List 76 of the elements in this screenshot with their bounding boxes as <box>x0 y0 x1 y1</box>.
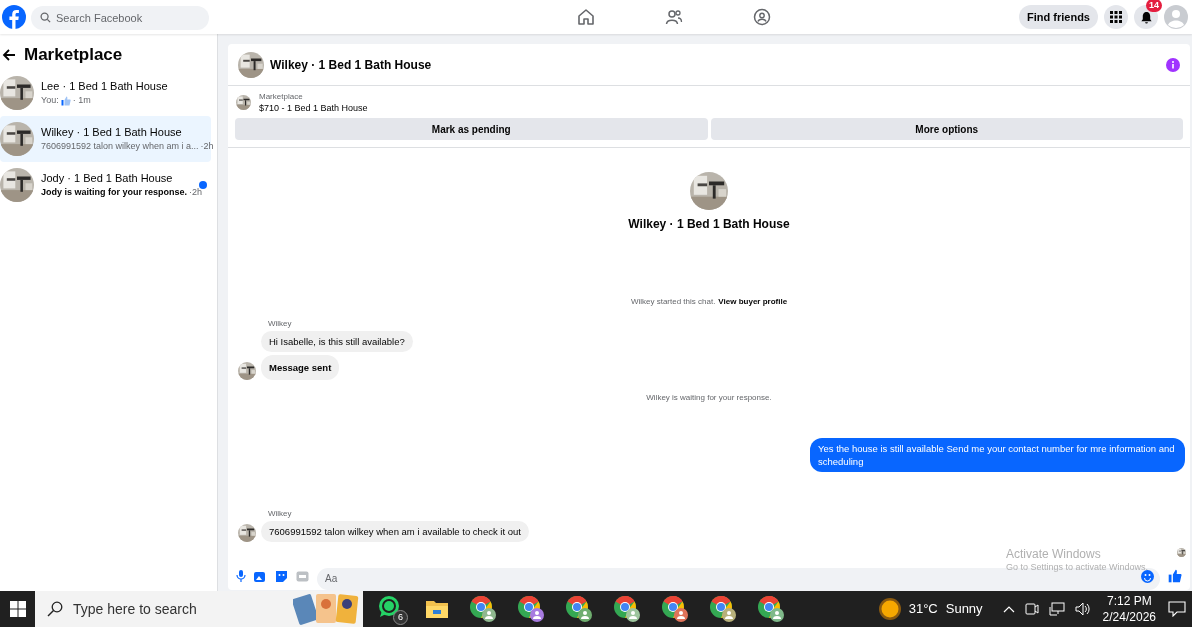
emoji-icon[interactable] <box>1141 569 1154 583</box>
image-icon[interactable] <box>254 570 267 582</box>
back-arrow-icon[interactable] <box>2 47 16 62</box>
message-bubble: Message sent <box>261 355 340 380</box>
message-bubble: 7606991592 talon wilkey when am i available to check it out <box>261 521 529 542</box>
listing-label: Marketplace <box>259 91 304 102</box>
camera-icon[interactable] <box>1024 602 1039 616</box>
sidebar-title: Marketplace <box>24 44 123 66</box>
sender-name: Wilkey <box>268 318 293 330</box>
sticker-icon[interactable] <box>275 569 288 583</box>
conversation-time: ·2h <box>189 186 203 199</box>
sender-name: Wilkey <box>268 508 293 520</box>
windows-start-icon[interactable] <box>9 601 26 617</box>
chat-bubble-icon <box>377 595 401 619</box>
thumbs-up-icon <box>60 95 71 106</box>
browser-icon[interactable] <box>613 595 641 623</box>
browser-icon[interactable] <box>469 595 497 623</box>
conversation-time: ·2h <box>200 140 214 153</box>
browser-icon[interactable] <box>517 595 545 623</box>
groups-icon[interactable] <box>753 8 771 26</box>
browser-icon[interactable] <box>757 595 785 623</box>
speaker-icon[interactable] <box>1074 602 1091 616</box>
conversation-time: · 1m <box>72 94 91 107</box>
conversation-preview: Jody is waiting for your response. <box>41 186 188 199</box>
system-message: Wilkey is waiting for your response. <box>646 392 772 404</box>
conversation-title: Jody · 1 Bed 1 Bath House <box>41 170 174 186</box>
conversation-title: Wilkey · 1 Bed 1 Bath House <box>41 124 183 140</box>
trading-cards-icon <box>293 592 359 626</box>
action-button[interactable]: More options <box>710 118 1183 140</box>
chat-title: Wilkey · 1 Bed 1 Bath House <box>270 56 433 74</box>
microphone-icon[interactable] <box>236 570 246 582</box>
folder-icon[interactable] <box>425 598 449 620</box>
sun-icon <box>878 598 901 620</box>
network-icon[interactable] <box>1048 602 1065 616</box>
chevron-up-icon[interactable] <box>1002 605 1015 613</box>
search-icon <box>47 601 63 617</box>
menu-button[interactable] <box>1104 5 1128 29</box>
browser-icon[interactable] <box>565 595 593 623</box>
grid-menu-icon <box>1110 11 1122 23</box>
friends-icon[interactable] <box>665 8 683 26</box>
find-friends-button[interactable]: Find friends <box>1019 5 1098 29</box>
search-icon <box>40 11 51 23</box>
message-bubble: Hi Isabelle, is this still available? <box>261 331 413 352</box>
whatsapp-button[interactable]: 6 <box>377 595 405 623</box>
facebook-logo[interactable] <box>2 5 26 29</box>
clock-time: 7:12 PM <box>1106 593 1152 609</box>
notification-badge: 14 <box>1146 0 1162 12</box>
info-icon[interactable] <box>1166 57 1180 72</box>
avatar-icon <box>1164 5 1188 29</box>
listing-title: $710 - 1 Bed 1 Bath House <box>259 102 368 114</box>
browser-icon[interactable] <box>709 595 737 623</box>
search-field[interactable]: Search Facebook <box>31 6 209 30</box>
bell-icon <box>1139 10 1153 24</box>
weather-condition: Sunny <box>945 600 983 619</box>
profile-name: Wilkey · 1 Bed 1 Bath House <box>628 216 790 233</box>
taskbar-search-field[interactable]: Type here to search <box>73 598 283 620</box>
thumbs-up-icon[interactable] <box>1168 569 1182 583</box>
message-bubble: Yes the house is still available Send me your contact number for mre information and scheduling <box>810 438 1185 472</box>
whatsapp-badge: 6 <box>393 610 408 625</box>
conversation-title: Lee · 1 Bed 1 Bath House <box>41 78 169 94</box>
action-button[interactable]: Mark as pending <box>235 118 708 140</box>
clock[interactable]: 7:12 PM 2/24/2026 <box>1102 593 1156 625</box>
conversation-item[interactable]: Lee · 1 Bed 1 Bath House You: · 1m <box>0 69 211 116</box>
taskbar-search-bar[interactable]: Type here to search <box>35 591 363 627</box>
conversation-preview: You: <box>41 94 59 107</box>
browser-icon[interactable] <box>661 595 689 623</box>
notifications-icon[interactable] <box>1168 601 1186 617</box>
buyer-profile-link[interactable]: View buyer profile <box>718 296 788 308</box>
temperature: 31°C <box>908 600 938 619</box>
clock-date: 2/24/2026 <box>1102 609 1156 625</box>
conversation-item[interactable]: Jody · 1 Bed 1 Bath House Jody is waiting for your response. ·2h <box>0 161 211 208</box>
activation-title: Activate Windows <box>1006 547 1102 561</box>
conversation-preview: 7606991592 talon wilkey when am i a... <box>41 140 199 153</box>
system-message: Wilkey started this chat. <box>630 296 716 308</box>
conversation-item[interactable]: Wilkey · 1 Bed 1 Bath House 7606991592 talon wilkey when am i a... ·2h <box>0 115 211 162</box>
home-icon[interactable] <box>577 8 595 26</box>
